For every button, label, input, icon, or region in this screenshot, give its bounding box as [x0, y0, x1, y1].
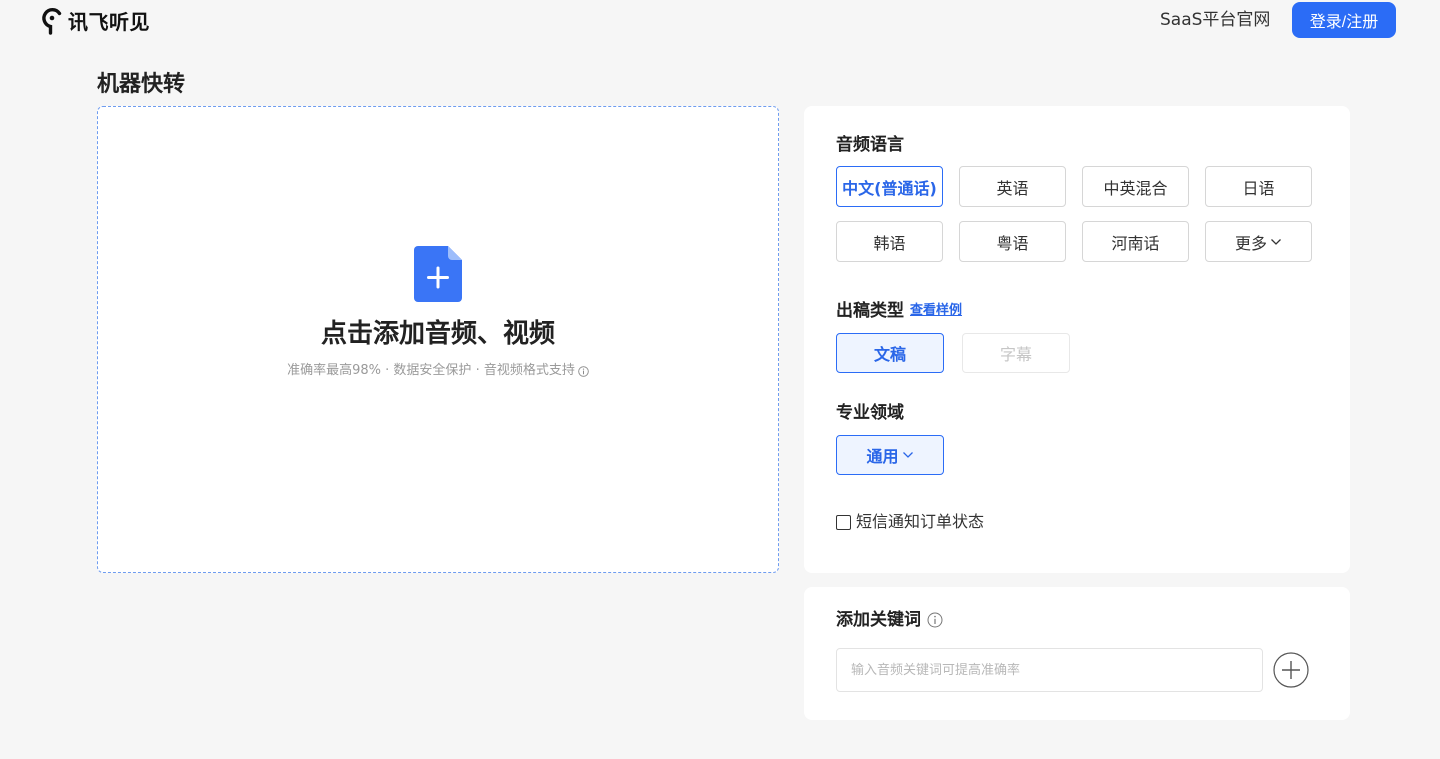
- page-title: 机器快转: [97, 72, 186, 97]
- login-register-button[interactable]: 登录/注册: [1292, 2, 1396, 38]
- output-type-label: 出稿类型 查看样例: [836, 299, 962, 323]
- lang-more-label: 更多: [1234, 233, 1267, 253]
- lang-option-mixed[interactable]: 中英混合: [1082, 166, 1189, 207]
- lang-option-cantonese[interactable]: 粤语: [959, 221, 1066, 262]
- view-sample-link[interactable]: 查看样例: [910, 299, 962, 323]
- lang-option-mandarin[interactable]: 中文(普通话): [836, 166, 943, 207]
- domain-label: 专业领域: [836, 401, 904, 425]
- upload-subtitle: 准确率最高98% · 数据安全保护 · 音视频格式支持: [98, 362, 778, 380]
- domain-select[interactable]: 通用: [836, 435, 944, 475]
- lang-option-more-dropdown[interactable]: 更多: [1205, 221, 1312, 262]
- audio-language-label-text: 音频语言: [836, 135, 904, 155]
- output-type-label-text: 出稿类型: [836, 301, 904, 321]
- logo-icon: [40, 4, 64, 36]
- upload-dropzone[interactable]: 点击添加音频、视频 准确率最高98% · 数据安全保护 · 音视频格式支持: [97, 106, 779, 573]
- keyword-input[interactable]: [836, 648, 1263, 692]
- file-add-icon: [414, 246, 462, 302]
- upload-subtitle-text: 准确率最高98% · 数据安全保护 · 音视频格式支持: [287, 363, 575, 378]
- sms-notify-checkbox[interactable]: [836, 514, 851, 530]
- keywords-card: 添加关键词: [804, 587, 1350, 720]
- settings-card: 音频语言 中文(普通话) 英语 中英混合 日语 韩语 粤语 河南话 更多 出稿类…: [804, 106, 1350, 573]
- lang-option-japanese[interactable]: 日语: [1205, 166, 1312, 207]
- domain-value: 通用: [866, 447, 899, 466]
- lang-option-henan[interactable]: 河南话: [1082, 221, 1189, 262]
- info-icon[interactable]: [927, 612, 943, 628]
- sms-notify-option[interactable]: 短信通知订单状态: [836, 512, 984, 532]
- audio-language-label: 音频语言: [836, 133, 904, 157]
- output-type-transcript[interactable]: 文稿: [836, 333, 944, 373]
- audio-language-options: 中文(普通话) 英语 中英混合 日语 韩语 粤语 河南话 更多: [836, 166, 1312, 262]
- lang-option-english[interactable]: 英语: [959, 166, 1066, 207]
- chevron-down-icon: [1270, 238, 1282, 246]
- keywords-label-text: 添加关键词: [836, 610, 921, 630]
- chevron-down-icon: [902, 451, 914, 459]
- plus-circle-icon[interactable]: [1273, 652, 1309, 688]
- saas-platform-link[interactable]: SaaS平台官网: [1160, 9, 1270, 31]
- output-type-subtitle[interactable]: 字幕: [962, 333, 1070, 373]
- lang-option-korean[interactable]: 韩语: [836, 221, 943, 262]
- sms-notify-label: 短信通知订单状态: [856, 512, 985, 531]
- upload-title: 点击添加音频、视频: [320, 319, 555, 349]
- keywords-label: 添加关键词: [836, 608, 943, 632]
- info-icon[interactable]: [578, 365, 589, 377]
- domain-label-text: 专业领域: [836, 403, 904, 423]
- logo[interactable]: 讯飞听见: [40, 3, 150, 37]
- logo-text: 讯飞听见: [68, 9, 150, 34]
